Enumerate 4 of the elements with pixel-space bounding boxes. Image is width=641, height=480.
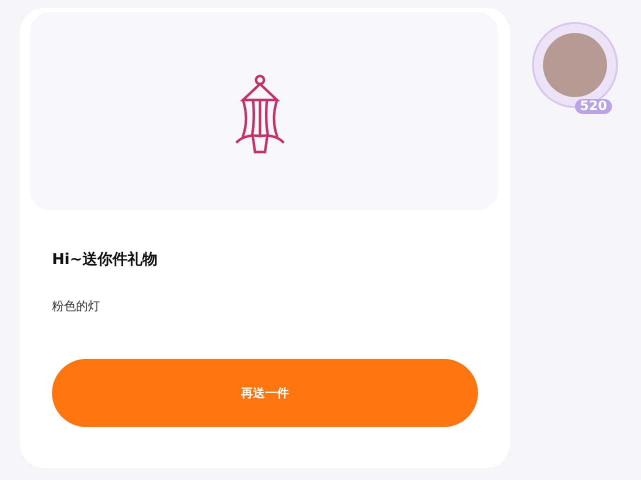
send-again-button[interactable]: 再送一件 [52, 359, 478, 427]
item-name: 粉色的灯 [52, 298, 101, 315]
avatar-badge: 520 [574, 99, 612, 114]
gift-title: Hi~送你件礼物 [52, 250, 158, 270]
